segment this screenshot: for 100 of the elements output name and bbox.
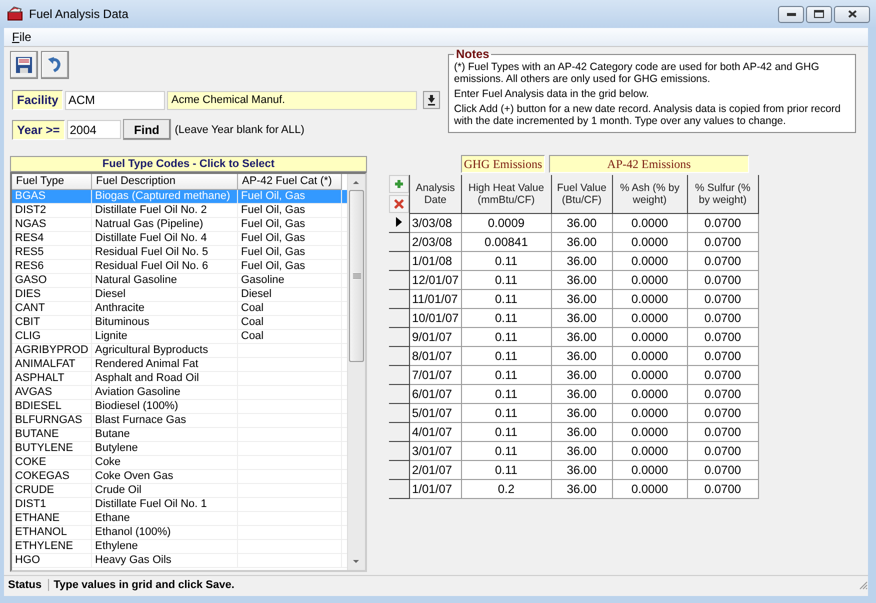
- window-title: Fuel Analysis Data: [29, 7, 128, 21]
- notes-title: Notes: [455, 47, 490, 61]
- note-text: (*) Fuel Types with an AP-42 Category code are used for both AP-42 and GHG emissions. All others are only used for GHG emissions.: [454, 61, 820, 85]
- table-cell: 0.0700: [687, 270, 758, 290]
- list-row[interactable]: NGAS Natrual Gas (Pipeline) Fuel Oil, Gas: [12, 218, 347, 232]
- column-header[interactable]: % Ash (% by weight): [612, 175, 688, 214]
- list-row[interactable]: BDIESEL Biodiesel (100%): [12, 400, 347, 414]
- table-cell: 0.0000: [612, 384, 688, 404]
- close-icon: [848, 10, 856, 18]
- facility-code-field[interactable]: ACM: [65, 90, 166, 110]
- list-row[interactable]: RES4 Distillate Fuel Oil No. 4 Fuel Oil, Gas: [12, 232, 347, 246]
- table-cell: 2/01/07: [410, 460, 462, 480]
- facility-label: Facility: [12, 90, 64, 110]
- column-header[interactable]: % Sulfur (% by weight): [687, 175, 758, 214]
- find-button[interactable]: Find: [122, 119, 171, 140]
- list-row[interactable]: ANIMALFAT Rendered Animal Fat: [12, 358, 347, 372]
- year-label: Year >=: [12, 120, 65, 140]
- grip-icon: [352, 272, 360, 280]
- table-cell: 0.11: [461, 460, 552, 480]
- list-row[interactable]: BUTYLENE Butylene: [12, 442, 347, 456]
- table-cell: 36.00: [551, 422, 612, 442]
- list-row[interactable]: ASPHALT Asphalt and Road Oil: [12, 372, 347, 386]
- list-row[interactable]: DIST2 Distillate Fuel Oil No. 2 Fuel Oil, Gas: [12, 204, 347, 218]
- list-row[interactable]: BLFURNGAS Blast Furnace Gas: [12, 414, 347, 428]
- table-cell: 0.0700: [687, 346, 758, 366]
- table-cell: 36.00: [551, 328, 612, 346]
- list-row[interactable]: CANT Anthracite Coal: [12, 302, 347, 316]
- table-cell: 11/01/07: [410, 290, 462, 308]
- table-cell: 0.11: [461, 252, 552, 270]
- list-row[interactable]: BUTANE Butane: [12, 428, 347, 442]
- table-cell: 8/01/07: [410, 346, 462, 366]
- list-row[interactable]: AGRIBYPROD Agricultural Byproducts: [12, 344, 347, 358]
- table-cell: 0.11: [461, 328, 552, 346]
- table-cell: 0.0000: [612, 460, 688, 480]
- table-cell: 3/01/07: [410, 442, 462, 460]
- note-text: Click Add (+) button for a new date record. Analysis data is copied from prior record with the date incremented by 1 month. Type over any values to change.: [454, 103, 842, 127]
- list-row[interactable]: CBIT Bituminous Coal: [12, 316, 347, 330]
- list-row[interactable]: CLIG Lignite Coal: [12, 330, 347, 344]
- down-arrow-icon: [427, 94, 436, 106]
- dropdown-button[interactable]: [423, 91, 440, 109]
- list-row[interactable]: COKEGAS Coke Oven Gas: [12, 470, 347, 484]
- column-header[interactable]: Fuel Value (Btu/CF): [551, 175, 612, 214]
- column-header[interactable]: High Heat Value (mmBtu/CF): [461, 175, 552, 214]
- list-row[interactable]: RES5 Residual Fuel Oil No. 5 Fuel Oil, Gas: [12, 246, 347, 260]
- table-cell: 0.0000: [612, 442, 688, 460]
- table-cell: 36.00: [551, 384, 612, 404]
- table-cell: 36.00: [551, 252, 612, 270]
- menu-item[interactable]: File: [12, 30, 32, 44]
- table-cell: 36.00: [551, 232, 612, 252]
- maximize-button[interactable]: [806, 6, 832, 22]
- table-cell: 0.0000: [612, 290, 688, 308]
- year-hint: (Leave Year blank for ALL): [174, 124, 304, 136]
- list-row[interactable]: ETHANOL Ethanol (100%): [12, 526, 347, 540]
- table-cell: 0.0000: [612, 480, 688, 498]
- list-row[interactable]: AVGAS Aviation Gasoline: [12, 386, 347, 400]
- table-cell: 10/01/07: [410, 308, 462, 328]
- list-row[interactable]: COKE Coke: [12, 456, 347, 470]
- add-button[interactable]: [389, 175, 409, 193]
- scrollbar[interactable]: [347, 174, 365, 570]
- table-cell: 0.0700: [687, 460, 758, 480]
- column-header[interactable]: Fuel Description: [92, 174, 238, 190]
- save-button[interactable]: [10, 51, 38, 79]
- delete-button[interactable]: [389, 195, 409, 213]
- table-cell: 0.0000: [612, 214, 688, 232]
- note-text: Enter Fuel Analysis data in the grid below.: [454, 88, 650, 100]
- table-cell: 0.11: [461, 270, 552, 290]
- column-header[interactable]: AP-42 Fuel Cat (*): [238, 174, 342, 190]
- list-row[interactable]: GASO Natural Gasoline Gasoline: [12, 274, 347, 288]
- table-cell: 0.0000: [612, 404, 688, 422]
- list-row[interactable]: HGO Heavy Gas Oils: [12, 554, 347, 568]
- table-cell: 6/01/07: [410, 384, 462, 404]
- table-cell: 36.00: [551, 270, 612, 290]
- table-cell: 0.0700: [687, 290, 758, 308]
- table-cell: 0.0000: [612, 422, 688, 442]
- list-title: Fuel Type Codes - Click to Select: [10, 156, 367, 172]
- table-cell: 0.0000: [612, 346, 688, 366]
- list-row[interactable]: CRUDE Crude Oil: [12, 484, 347, 498]
- table-cell: 36.00: [551, 480, 612, 498]
- list-row[interactable]: RES6 Residual Fuel Oil No. 6 Fuel Oil, Gas: [12, 260, 347, 274]
- undo-button[interactable]: [41, 51, 69, 79]
- close-button[interactable]: [834, 6, 870, 22]
- column-header[interactable]: Analysis Date: [410, 175, 462, 214]
- list-row[interactable]: ETHANE Ethane: [12, 512, 347, 526]
- list-row[interactable]: DIES Diesel Diesel: [12, 288, 347, 302]
- table-cell: 4/01/07: [410, 422, 462, 442]
- list-row[interactable]: DIST1 Distillate Fuel Oil No. 1: [12, 498, 347, 512]
- table-cell: 0.0700: [687, 214, 758, 232]
- table-cell: 0.0000: [612, 232, 688, 252]
- table-cell: 0.0000: [612, 308, 688, 328]
- table-cell: 0.0000: [612, 270, 688, 290]
- table-cell: 36.00: [551, 442, 612, 460]
- table-cell: 5/01/07: [410, 404, 462, 422]
- table-cell: 1/01/08: [410, 252, 462, 270]
- table-cell: 0.00841: [461, 232, 552, 252]
- table-cell: 0.0700: [687, 442, 758, 460]
- year-field[interactable]: 2004: [66, 120, 121, 139]
- column-header[interactable]: Fuel Type: [12, 174, 92, 190]
- table-cell: 36.00: [551, 460, 612, 480]
- list-row[interactable]: ETHYLENE Ethylene: [12, 540, 347, 554]
- minimize-button[interactable]: [778, 6, 804, 22]
